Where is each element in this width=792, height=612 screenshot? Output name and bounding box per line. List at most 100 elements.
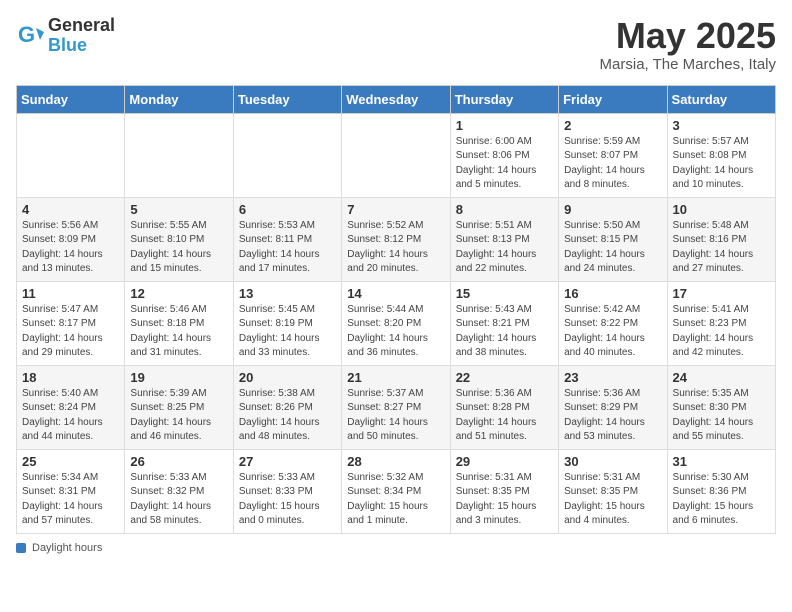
- day-number: 18: [22, 370, 119, 385]
- calendar-week-row: 1Sunrise: 6:00 AM Sunset: 8:06 PM Daylig…: [17, 113, 776, 197]
- day-info: Sunrise: 5:50 AM Sunset: 8:15 PM Dayligh…: [564, 219, 661, 277]
- day-info: Sunrise: 5:56 AM Sunset: 8:09 PM Dayligh…: [22, 219, 119, 277]
- calendar-cell: 9 Sunrise: 5:50 AM Sunset: 8:15 PM Daylig…: [559, 197, 667, 281]
- day-number: 17: [673, 286, 770, 301]
- day-number: 25: [22, 454, 119, 469]
- day-info: Sunrise: 5:57 AM Sunset: 8:08 PM Dayligh…: [673, 135, 770, 193]
- page-header: G General Blue May 2025 Marsia, The Marc…: [16, 16, 776, 73]
- calendar-cell: 3 Sunrise: 5:57 AM Sunset: 8:08 PM Daylig…: [667, 113, 775, 197]
- day-info: Sunrise: 6:00 AM Sunset: 8:06 PM Dayligh…: [456, 135, 553, 193]
- calendar-cell: 25Sunrise: 5:34 AM Sunset: 8:31 PM Dayli…: [17, 449, 125, 533]
- logo-general-text: General: [48, 15, 115, 35]
- day-info: Sunrise: 5:55 AM Sunset: 8:10 PM Dayligh…: [130, 219, 227, 277]
- calendar-cell: 23 Sunrise: 5:36 AM Sunset: 8:29 PM Dayli…: [559, 365, 667, 449]
- day-number: 16: [564, 286, 661, 301]
- calendar-cell: 31 Sunrise: 5:30 AM Sunset: 8:36 PM Dayli…: [667, 449, 775, 533]
- day-number: 13: [239, 286, 336, 301]
- day-number: 5: [130, 202, 227, 217]
- day-number: 7: [347, 202, 444, 217]
- month-title: May 2025: [600, 16, 776, 56]
- day-info: Sunrise: 5:32 AM Sunset: 8:34 PM Dayligh…: [347, 471, 444, 529]
- day-info: Sunrise: 5:31 AM Sunset: 8:35 PM Dayligh…: [456, 471, 553, 529]
- day-info: Sunrise: 5:53 AM Sunset: 8:11 PM Dayligh…: [239, 219, 336, 277]
- day-info: Sunrise: 5:40 AM Sunset: 8:24 PM Dayligh…: [22, 387, 119, 445]
- weekday-header: Monday: [125, 85, 233, 113]
- calendar-cell: 13Sunrise: 5:45 AM Sunset: 8:19 PM Dayli…: [233, 281, 341, 365]
- day-number: 8: [456, 202, 553, 217]
- calendar-cell: 15Sunrise: 5:43 AM Sunset: 8:21 PM Dayli…: [450, 281, 558, 365]
- day-number: 2: [564, 118, 661, 133]
- day-number: 31: [673, 454, 770, 469]
- day-number: 11: [22, 286, 119, 301]
- day-number: 4: [22, 202, 119, 217]
- logo-blue-text: Blue: [48, 35, 87, 55]
- day-info: Sunrise: 5:47 AM Sunset: 8:17 PM Dayligh…: [22, 303, 119, 361]
- calendar-cell: 24 Sunrise: 5:35 AM Sunset: 8:30 PM Dayli…: [667, 365, 775, 449]
- location-subtitle: Marsia, The Marches, Italy: [600, 56, 776, 73]
- day-info: Sunrise: 5:46 AM Sunset: 8:18 PM Dayligh…: [130, 303, 227, 361]
- day-info: Sunrise: 5:39 AM Sunset: 8:25 PM Dayligh…: [130, 387, 227, 445]
- weekday-header: Saturday: [667, 85, 775, 113]
- day-info: Sunrise: 5:48 AM Sunset: 8:16 PM Dayligh…: [673, 219, 770, 277]
- footer-label: Daylight hours: [32, 542, 102, 554]
- day-number: 15: [456, 286, 553, 301]
- calendar-cell: 27 Sunrise: 5:33 AM Sunset: 8:33 PM Dayli…: [233, 449, 341, 533]
- calendar-cell: 29 Sunrise: 5:31 AM Sunset: 8:35 PM Dayli…: [450, 449, 558, 533]
- day-number: 22: [456, 370, 553, 385]
- calendar-cell: 2 Sunrise: 5:59 AM Sunset: 8:07 PM Daylig…: [559, 113, 667, 197]
- day-info: Sunrise: 5:37 AM Sunset: 8:27 PM Dayligh…: [347, 387, 444, 445]
- footer-dot: [16, 543, 26, 553]
- day-number: 26: [130, 454, 227, 469]
- calendar-cell: 14Sunrise: 5:44 AM Sunset: 8:20 PM Dayli…: [342, 281, 450, 365]
- day-number: 24: [673, 370, 770, 385]
- day-info: Sunrise: 5:31 AM Sunset: 8:35 PM Dayligh…: [564, 471, 661, 529]
- calendar-cell: 7Sunrise: 5:52 AM Sunset: 8:12 PM Daylig…: [342, 197, 450, 281]
- calendar-cell: 8 Sunrise: 5:51 AM Sunset: 8:13 PM Daylig…: [450, 197, 558, 281]
- calendar-cell: 18 Sunrise: 5:40 AM Sunset: 8:24 PM Dayli…: [17, 365, 125, 449]
- calendar-cell: 22 Sunrise: 5:36 AM Sunset: 8:28 PM Dayli…: [450, 365, 558, 449]
- day-number: 6: [239, 202, 336, 217]
- weekday-header: Wednesday: [342, 85, 450, 113]
- calendar-cell: 4 Sunrise: 5:56 AM Sunset: 8:09 PM Daylig…: [17, 197, 125, 281]
- weekday-header: Tuesday: [233, 85, 341, 113]
- day-info: Sunrise: 5:41 AM Sunset: 8:23 PM Dayligh…: [673, 303, 770, 361]
- calendar-cell: 6 Sunrise: 5:53 AM Sunset: 8:11 PM Daylig…: [233, 197, 341, 281]
- day-number: 9: [564, 202, 661, 217]
- day-number: 30: [564, 454, 661, 469]
- day-info: Sunrise: 5:33 AM Sunset: 8:33 PM Dayligh…: [239, 471, 336, 529]
- calendar-cell: 1Sunrise: 6:00 AM Sunset: 8:06 PM Daylig…: [450, 113, 558, 197]
- day-info: Sunrise: 5:36 AM Sunset: 8:28 PM Dayligh…: [456, 387, 553, 445]
- weekday-header: Friday: [559, 85, 667, 113]
- day-number: 27: [239, 454, 336, 469]
- day-info: Sunrise: 5:36 AM Sunset: 8:29 PM Dayligh…: [564, 387, 661, 445]
- day-number: 10: [673, 202, 770, 217]
- title-block: May 2025 Marsia, The Marches, Italy: [600, 16, 776, 73]
- logo: G General Blue: [16, 16, 115, 56]
- calendar-cell: 5 Sunrise: 5:55 AM Sunset: 8:10 PM Daylig…: [125, 197, 233, 281]
- calendar-cell: [342, 113, 450, 197]
- calendar-table: SundayMondayTuesdayWednesdayThursdayFrid…: [16, 85, 776, 534]
- logo-icon: G: [16, 22, 44, 50]
- day-number: 23: [564, 370, 661, 385]
- day-info: Sunrise: 5:51 AM Sunset: 8:13 PM Dayligh…: [456, 219, 553, 277]
- calendar-week-row: 25Sunrise: 5:34 AM Sunset: 8:31 PM Dayli…: [17, 449, 776, 533]
- day-number: 14: [347, 286, 444, 301]
- day-number: 3: [673, 118, 770, 133]
- day-number: 20: [239, 370, 336, 385]
- day-number: 28: [347, 454, 444, 469]
- calendar-cell: 21Sunrise: 5:37 AM Sunset: 8:27 PM Dayli…: [342, 365, 450, 449]
- calendar-cell: [125, 113, 233, 197]
- calendar-cell: 19Sunrise: 5:39 AM Sunset: 8:25 PM Dayli…: [125, 365, 233, 449]
- calendar-cell: 11 Sunrise: 5:47 AM Sunset: 8:17 PM Dayli…: [17, 281, 125, 365]
- day-info: Sunrise: 5:35 AM Sunset: 8:30 PM Dayligh…: [673, 387, 770, 445]
- calendar-cell: 20Sunrise: 5:38 AM Sunset: 8:26 PM Dayli…: [233, 365, 341, 449]
- calendar-cell: 16Sunrise: 5:42 AM Sunset: 8:22 PM Dayli…: [559, 281, 667, 365]
- calendar-week-row: 18 Sunrise: 5:40 AM Sunset: 8:24 PM Dayli…: [17, 365, 776, 449]
- calendar-cell: 26Sunrise: 5:33 AM Sunset: 8:32 PM Dayli…: [125, 449, 233, 533]
- day-number: 29: [456, 454, 553, 469]
- calendar-cell: 12Sunrise: 5:46 AM Sunset: 8:18 PM Dayli…: [125, 281, 233, 365]
- svg-text:G: G: [18, 22, 35, 47]
- day-info: Sunrise: 5:30 AM Sunset: 8:36 PM Dayligh…: [673, 471, 770, 529]
- day-info: Sunrise: 5:59 AM Sunset: 8:07 PM Dayligh…: [564, 135, 661, 193]
- calendar-cell: 10 Sunrise: 5:48 AM Sunset: 8:16 PM Dayli…: [667, 197, 775, 281]
